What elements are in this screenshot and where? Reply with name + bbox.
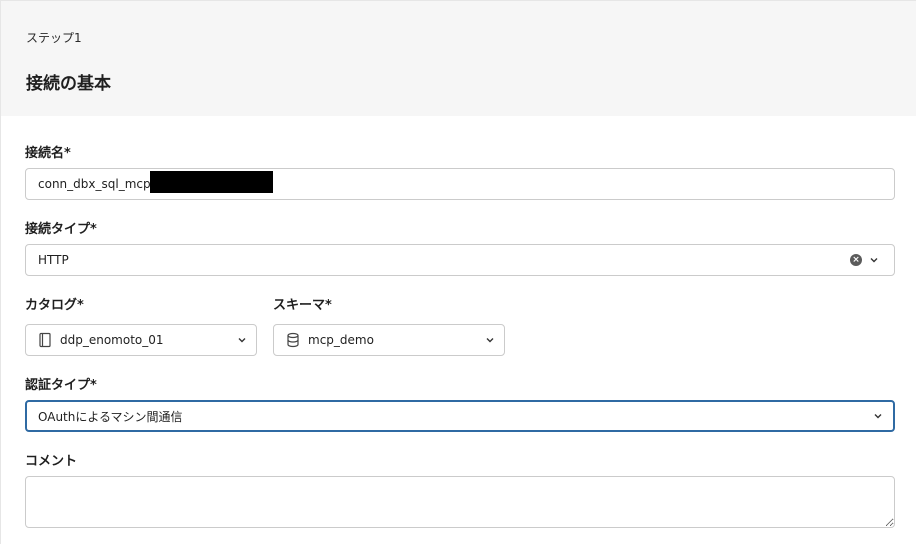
catalog-label: カタログ* (25, 298, 84, 313)
comment-textarea[interactable] (25, 476, 895, 528)
chevron-down-icon[interactable] (868, 254, 880, 266)
comment-label: コメント (25, 454, 78, 469)
auth-type-value: OAuthによるマシン間通信 (38, 409, 183, 424)
chevron-down-icon[interactable] (484, 334, 496, 346)
connection-name-label: 接続名* (25, 146, 71, 161)
clear-icon[interactable]: × (850, 254, 862, 266)
schema-label: スキーマ* (273, 298, 332, 313)
auth-type-select[interactable]: OAuthによるマシン間通信 (25, 400, 895, 432)
auth-type-label: 認証タイプ* (25, 378, 97, 393)
step-label: ステップ1 (26, 31, 82, 45)
catalog-book-icon (39, 332, 51, 348)
redaction-box (150, 171, 273, 193)
chevron-down-icon[interactable] (872, 410, 884, 422)
database-icon (287, 332, 299, 348)
catalog-value: ddp_enomoto_01 (60, 333, 164, 347)
schema-value: mcp_demo (308, 333, 374, 347)
connection-name-value: conn_dbx_sql_mcp_ (38, 177, 157, 191)
connection-type-select[interactable]: HTTP (25, 244, 895, 276)
step-header: ステップ1 接続の基本 (0, 0, 916, 116)
connection-type-value: HTTP (38, 253, 69, 267)
connection-type-label: 接続タイプ* (25, 222, 97, 237)
chevron-down-icon[interactable] (236, 334, 248, 346)
page-title: 接続の基本 (26, 74, 111, 94)
